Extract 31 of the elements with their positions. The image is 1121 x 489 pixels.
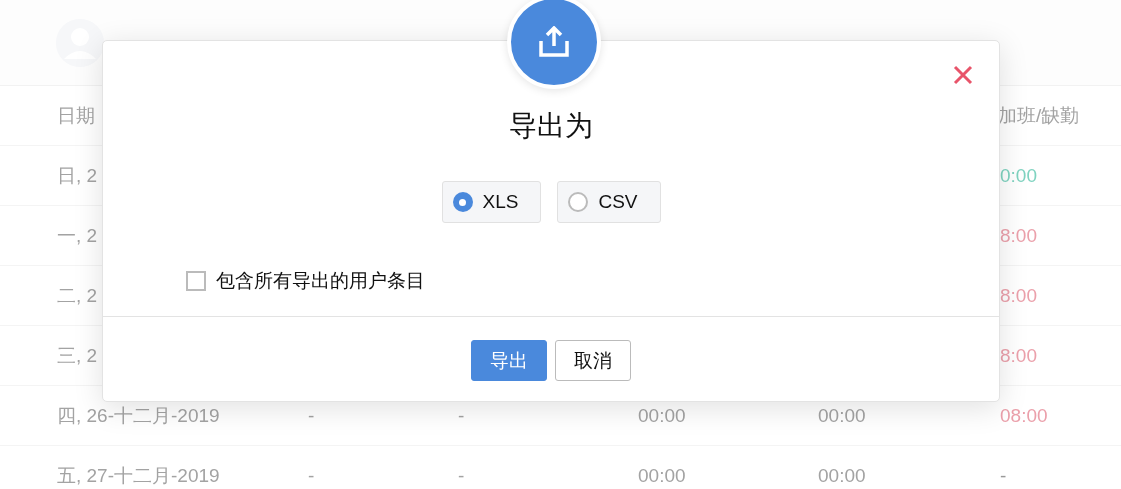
column-header: 加班/缺勤 bbox=[998, 103, 1080, 128]
table-cell-text: 五, 27-十二月-2019 bbox=[57, 463, 220, 488]
format-option[interactable]: CSV bbox=[557, 181, 661, 223]
table-cell: - bbox=[458, 404, 465, 427]
table-cell-text: 四, 26-十二月-2019 bbox=[57, 403, 220, 428]
table-cell: 08:00 bbox=[1000, 404, 1048, 427]
table-cell: - bbox=[1000, 464, 1007, 487]
format-option[interactable]: XLS bbox=[441, 181, 542, 223]
column-header: 日期 bbox=[57, 103, 95, 128]
table-cell: 00:00 bbox=[638, 404, 686, 427]
checkbox-label: 包含所有导出的用户条目 bbox=[216, 269, 425, 293]
table-cell-text: 三, 2 bbox=[57, 343, 98, 368]
close-icon[interactable] bbox=[953, 65, 973, 85]
table-cell: - bbox=[458, 464, 465, 487]
table-cell-text: 二, 2 bbox=[57, 283, 98, 308]
table-cell-text: 日, 2 bbox=[57, 163, 98, 188]
table-cell: 8:00 bbox=[1000, 224, 1037, 247]
table-cell: 8:00 bbox=[1000, 284, 1037, 307]
checkbox[interactable] bbox=[186, 271, 206, 291]
table-cell: 00:00 bbox=[818, 464, 866, 487]
table-cell-text: 一, 2 bbox=[57, 223, 98, 248]
table-cell: 8:00 bbox=[1000, 344, 1037, 367]
table-cell: 0:00 bbox=[1000, 164, 1037, 187]
table-cell: - bbox=[308, 464, 315, 487]
table-cell: 00:00 bbox=[818, 404, 866, 427]
cancel-button[interactable]: 取消 bbox=[555, 340, 631, 381]
table-cell: - bbox=[308, 404, 315, 427]
dialog-title: 导出为 bbox=[509, 109, 593, 143]
upload-icon bbox=[537, 26, 571, 58]
table-cell: 00:00 bbox=[638, 464, 686, 487]
export-button[interactable]: 导出 bbox=[471, 340, 547, 381]
